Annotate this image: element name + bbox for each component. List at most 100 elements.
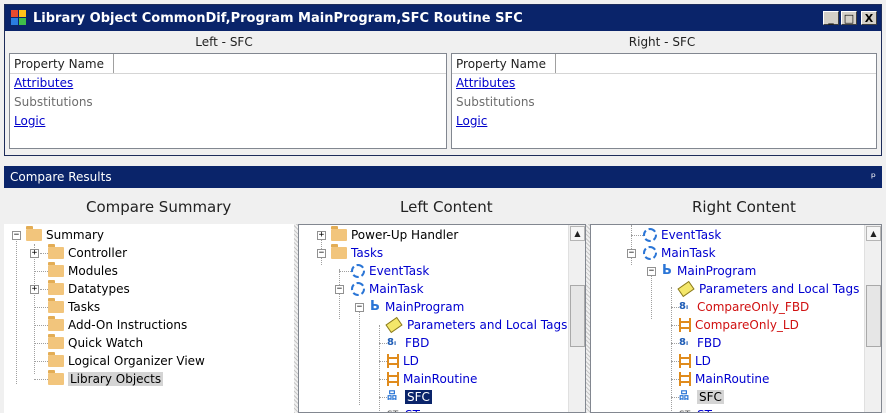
collapse-toggle[interactable]: −: [12, 231, 21, 240]
tree-item-label: Modules: [68, 264, 118, 278]
tree-item-add-on-instructions[interactable]: Add-On Instructions: [48, 316, 187, 334]
scroll-up-button[interactable]: ▲: [866, 226, 881, 241]
library-object-window: Library Object CommonDif,Program MainPro…: [4, 4, 882, 156]
sfc-routine-icon: 品: [387, 391, 397, 402]
collapse-toggle[interactable]: −: [627, 249, 636, 258]
right-side-header: Right - SFC: [628, 35, 696, 49]
tree-item-compareonly-ld[interactable]: CompareOnly_LD: [679, 316, 799, 334]
collapse-toggle[interactable]: −: [317, 249, 326, 258]
close-button[interactable]: X: [861, 11, 877, 25]
tree-item-label: Controller: [68, 246, 128, 260]
right-vertical-scrollbar[interactable]: ▲: [864, 225, 881, 412]
pin-icon[interactable]: ᵖ: [871, 170, 876, 184]
tree-item-eventtask[interactable]: EventTask: [643, 226, 721, 244]
scroll-thumb[interactable]: [866, 285, 881, 347]
substitutions-label: Substitutions: [456, 95, 535, 109]
tree-item-maintask[interactable]: MainTask: [643, 244, 716, 262]
sfc-routine-icon: 品: [679, 391, 689, 402]
tree-item-datatypes[interactable]: Datatypes: [48, 280, 130, 298]
tree-item-parameters-and-local-tags[interactable]: Parameters and Local Tags: [677, 280, 860, 298]
folder-icon: [331, 226, 347, 241]
tree-item-eventtask[interactable]: EventTask: [351, 262, 429, 280]
property-name-column-header[interactable]: Property Name: [452, 54, 556, 73]
tree-item-label: Datatypes: [68, 282, 130, 296]
property-row: Substitutions: [10, 93, 446, 112]
logic-link[interactable]: Logic: [456, 114, 487, 128]
tree-item-ld[interactable]: LD: [387, 352, 419, 370]
tree-item-mainroutine[interactable]: MainRoutine: [679, 370, 769, 388]
st-routine-icon: ST: [679, 409, 693, 412]
tree-item-logical-organizer-view[interactable]: Logical Organizer View: [48, 352, 205, 370]
tree-item-compareonly-fbd[interactable]: 8ᵢ CompareOnly_FBD: [679, 298, 809, 316]
empty-column-header[interactable]: [114, 54, 446, 73]
collapse-toggle[interactable]: −: [647, 267, 656, 276]
scroll-up-button[interactable]: ▲: [570, 226, 585, 241]
task-icon: [643, 228, 657, 242]
empty-column-header[interactable]: [556, 54, 876, 73]
tree-item-label: MainProgram: [677, 264, 757, 278]
fbd-routine-icon: 8ᵢ: [679, 301, 689, 312]
tree-item-parameters-and-local-tags[interactable]: Parameters and Local Tags: [385, 316, 567, 334]
logic-link[interactable]: Logic: [14, 114, 45, 128]
attributes-link[interactable]: Attributes: [456, 76, 515, 90]
attributes-link[interactable]: Attributes: [14, 76, 73, 90]
ladder-routine-icon: [387, 372, 399, 386]
ladder-routine-icon: [679, 372, 691, 386]
tree-item-label: Summary: [46, 228, 104, 242]
compare-summary-tree[interactable]: − Summary + Controller Modules + Datatyp…: [4, 224, 294, 413]
compare-results-bar: Compare Results ᵖ: [4, 166, 882, 188]
tree-item-mainprogram[interactable]: Ь MainProgram: [369, 298, 464, 316]
tag-icon: [677, 280, 695, 298]
tree-item-fbd[interactable]: 8ᵢ FBD: [387, 334, 429, 352]
left-content-tree[interactable]: + Power-Up Handler − Tasks EventTask − M…: [298, 224, 586, 413]
tree-item-label: EventTask: [369, 264, 430, 278]
tree-item-power-up-handler[interactable]: Power-Up Handler: [331, 226, 458, 244]
ladder-routine-icon: [679, 318, 691, 332]
expand-toggle[interactable]: +: [30, 249, 39, 258]
maximize-button[interactable]: □: [841, 11, 857, 25]
right-content-tree[interactable]: EventTask − MainTask − Ь MainProgram Para…: [590, 224, 882, 413]
tree-item-modules[interactable]: Modules: [48, 262, 118, 280]
window-title: Library Object CommonDif,Program MainPro…: [33, 10, 523, 26]
tree-item-label: MainProgram: [385, 300, 465, 314]
tree-item-ld[interactable]: LD: [679, 352, 711, 370]
tree-item-controller[interactable]: Controller: [48, 244, 127, 262]
tree-item-summary[interactable]: Summary: [26, 226, 104, 244]
tree-item-st[interactable]: ST ST: [679, 406, 712, 412]
tree-item-library-objects[interactable]: Library Objects: [48, 370, 164, 388]
collapse-toggle[interactable]: −: [335, 285, 344, 294]
tree-item-quick-watch[interactable]: Quick Watch: [48, 334, 143, 352]
tree-item-label: Parameters and Local Tags: [699, 282, 860, 296]
folder-icon: [48, 280, 64, 295]
tree-item-label: LD: [403, 354, 419, 368]
compare-summary-title: Compare Summary: [86, 198, 232, 216]
title-bar[interactable]: Library Object CommonDif,Program MainPro…: [5, 5, 881, 31]
left-vertical-scrollbar[interactable]: ▲: [568, 225, 585, 412]
tree-item-fbd[interactable]: 8ᵢ FBD: [679, 334, 721, 352]
minimize-button[interactable]: _: [823, 11, 839, 25]
tree-item-mainprogram[interactable]: Ь MainProgram: [661, 262, 756, 280]
tree-item-tasks[interactable]: Tasks: [48, 298, 100, 316]
expand-toggle[interactable]: +: [30, 285, 39, 294]
tree-item-label: SFC: [405, 390, 432, 404]
tree-item-tasks[interactable]: Tasks: [331, 244, 383, 262]
tree-item-maintask[interactable]: MainTask: [351, 280, 424, 298]
tree-item-label: MainTask: [661, 246, 716, 260]
property-name-column-header[interactable]: Property Name: [10, 54, 114, 73]
right-content-title: Right Content: [692, 198, 796, 216]
compare-results-body: Compare Summary Left Content Right Conte…: [4, 188, 882, 413]
tree-item-sfc[interactable]: 品 SFC: [679, 388, 724, 406]
left-property-list[interactable]: Property Name Attributes Substitutions L…: [9, 53, 447, 149]
tree-item-sfc[interactable]: 品 SFC: [387, 388, 432, 406]
task-icon: [643, 246, 657, 260]
right-property-list[interactable]: Property Name Attributes Substitutions L…: [451, 53, 877, 149]
scroll-thumb[interactable]: [570, 285, 585, 347]
tree-item-mainroutine[interactable]: MainRoutine: [387, 370, 477, 388]
property-panels: Property Name Attributes Substitutions L…: [5, 53, 881, 149]
property-row: Attributes: [10, 74, 446, 93]
program-icon: Ь: [370, 299, 380, 314]
collapse-toggle[interactable]: −: [355, 303, 364, 312]
tree-item-label: MainRoutine: [403, 372, 478, 386]
expand-toggle[interactable]: +: [317, 231, 326, 240]
tree-item-st[interactable]: ST ST: [387, 406, 420, 412]
